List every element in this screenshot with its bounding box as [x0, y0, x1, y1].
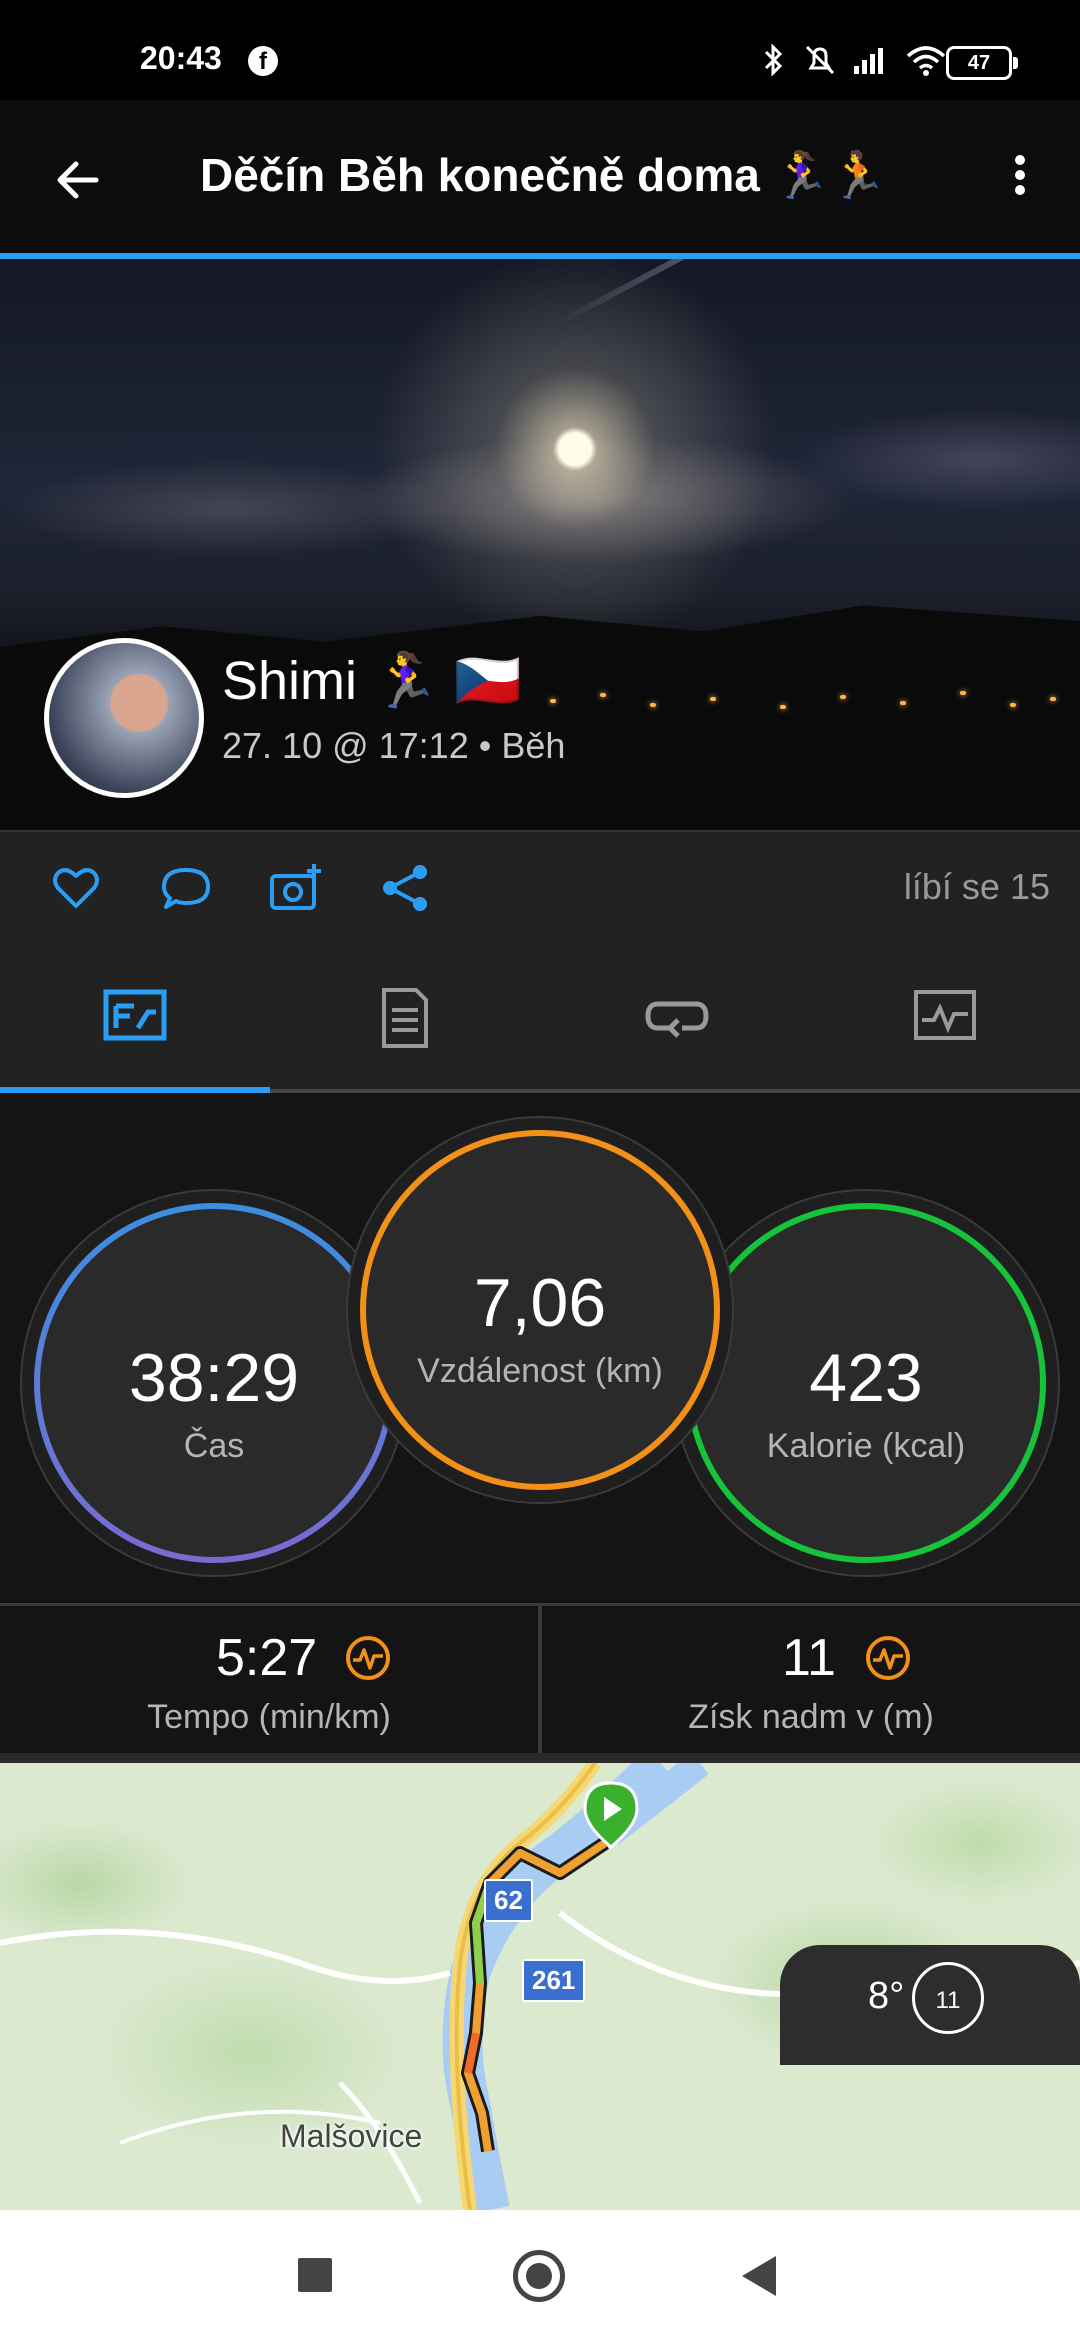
calories-value: 423	[809, 1340, 923, 1416]
tab-stats[interactable]	[0, 944, 270, 1089]
place-label: Malšovice	[280, 2118, 423, 2154]
light-streak	[558, 259, 933, 325]
battery-icon: 47	[946, 46, 1018, 80]
elevation-value: 11	[782, 1629, 836, 1687]
system-nav-bar	[0, 2210, 1080, 2340]
activity-title: Děčín Běh konečně doma 🏃‍♀️🏃	[200, 149, 888, 201]
distance-ring[interactable]: 7,06 Vzdálenost (km)	[360, 1130, 720, 1490]
recents-button[interactable]	[298, 2258, 332, 2292]
status-time: 20:43	[140, 40, 222, 76]
pulse-icon	[346, 1636, 390, 1680]
activity-tabs	[0, 944, 1080, 1089]
distance-label: Vzdálenost (km)	[417, 1352, 663, 1390]
pace-label: Tempo (min/km)	[147, 1698, 391, 1736]
chart-icon	[914, 990, 976, 1040]
time-ring[interactable]: 38:29 Čas	[34, 1203, 394, 1563]
pace-metric[interactable]: 5:27 Tempo (min/km)	[0, 1606, 538, 1756]
social-action-bar: líbí se 15	[0, 830, 1080, 946]
user-name[interactable]: Shimi 🏃‍♀️ 🇨🇿	[222, 650, 522, 713]
back-arrow-icon[interactable]	[48, 150, 108, 210]
road-badge-261: 261	[522, 1959, 586, 2002]
tab-details[interactable]	[270, 944, 540, 1089]
pulse-icon	[866, 1636, 910, 1680]
time-label: Čas	[183, 1427, 245, 1465]
elevation-metric[interactable]: 11 Získ nadm v (m)	[542, 1606, 1080, 1756]
road-badge-62: 62	[484, 1879, 533, 1922]
home-button[interactable]	[513, 2250, 565, 2302]
tab-laps[interactable]	[540, 944, 810, 1089]
weather-temperature: 8°	[868, 1975, 905, 2017]
status-icons: 47	[760, 36, 1080, 86]
heart-icon[interactable]	[48, 860, 104, 916]
comment-icon[interactable]	[158, 860, 214, 916]
details-icon	[382, 988, 428, 1048]
wifi-icon	[906, 46, 946, 76]
stats-icon	[103, 989, 167, 1041]
pace-value: 5:27	[216, 1629, 318, 1687]
secondary-metrics: 5:27 Tempo (min/km) 11 Získ nadm v (m)	[0, 1603, 1080, 1756]
calories-label: Kalorie (kcal)	[766, 1427, 966, 1465]
user-avatar[interactable]	[44, 638, 204, 798]
likes-count[interactable]: líbí se 15	[904, 866, 1050, 908]
distance-value: 7,06	[473, 1265, 607, 1341]
back-button[interactable]	[742, 2256, 776, 2296]
signal-icon	[854, 48, 883, 74]
status-bar: 20:43 f 47	[0, 0, 1080, 100]
facebook-icon: f	[248, 46, 278, 76]
laps-icon	[645, 1001, 709, 1038]
tab-charts[interactable]	[810, 944, 1080, 1089]
calories-ring[interactable]: 423 Kalorie (kcal)	[686, 1203, 1046, 1563]
mute-icon	[805, 45, 835, 75]
weather-indicator: 11	[912, 1962, 984, 2034]
more-menu-icon[interactable]	[1000, 150, 1040, 210]
elevation-label: Získ nadm v (m)	[688, 1698, 934, 1736]
time-value: 38:29	[128, 1340, 300, 1416]
activity-meta: 27. 10 @ 17:12 • Běh	[222, 725, 566, 766]
add-photo-icon[interactable]	[268, 860, 324, 916]
town-lights	[540, 679, 1080, 719]
bluetooth-icon	[764, 43, 783, 77]
share-icon[interactable]	[378, 860, 434, 916]
